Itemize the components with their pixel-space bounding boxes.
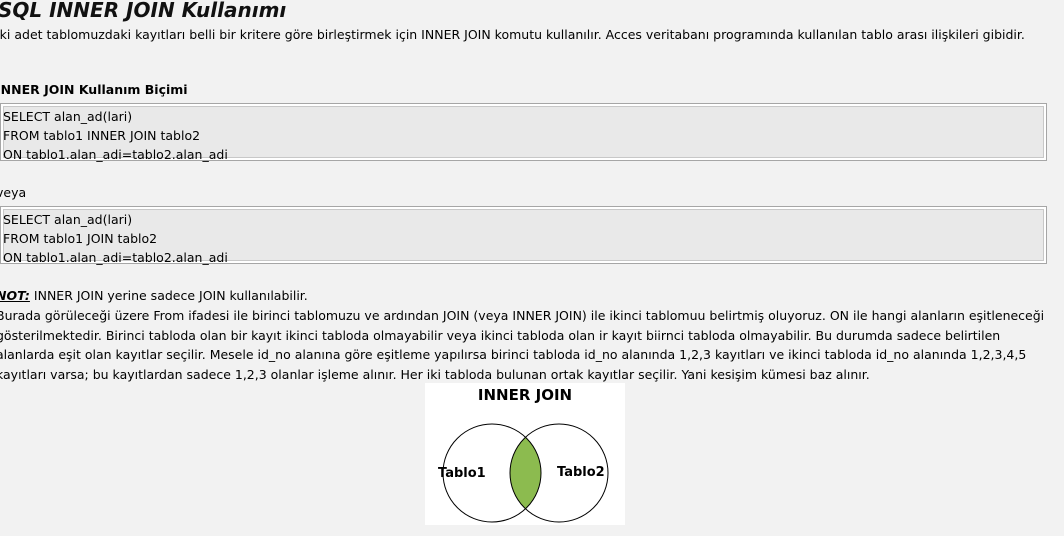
diagram-label-tablo1: Tablo1 [438, 466, 486, 481]
venn-diagram: INNER JOIN Tablo1 Tablo2 [425, 383, 625, 525]
code-block-inner-join: SELECT alan_ad(lari) FROM tablo1 INNER J… [0, 103, 1047, 162]
code-line: FROM tablo1 INNER JOIN tablo2 [3, 128, 201, 143]
code-line: ON tablo1.alan_adi=tablo2.alan_adi [3, 147, 228, 162]
syntax-heading: INNER JOIN Kullanım Biçimi [0, 82, 188, 97]
note-line: NOT: INNER JOIN yerine sadece JOIN kulla… [0, 288, 308, 303]
diagram-label-tablo2: Tablo2 [557, 465, 605, 480]
page-title: SQL INNER JOIN Kullanımı [0, 0, 287, 22]
code-line: SELECT alan_ad(lari) [3, 212, 133, 227]
code-line: ON tablo1.alan_adi=tablo2.alan_adi [3, 250, 228, 265]
note-text: INNER JOIN yerine sadece JOIN kullanılab… [29, 288, 308, 303]
intro-paragraph: İki adet tablomuzdaki kayıtları belli bi… [0, 27, 1025, 42]
or-text: veya [0, 185, 27, 200]
code-block-join: SELECT alan_ad(lari) FROM tablo1 JOIN ta… [0, 206, 1047, 265]
explanation-paragraph: Burada görüleceği üzere From ifadesi ile… [0, 308, 1045, 382]
venn-svg [442, 423, 609, 523]
code-line: FROM tablo1 JOIN tablo2 [3, 231, 158, 246]
note-label: NOT: [0, 288, 30, 303]
code-line: SELECT alan_ad(lari) [3, 109, 133, 124]
